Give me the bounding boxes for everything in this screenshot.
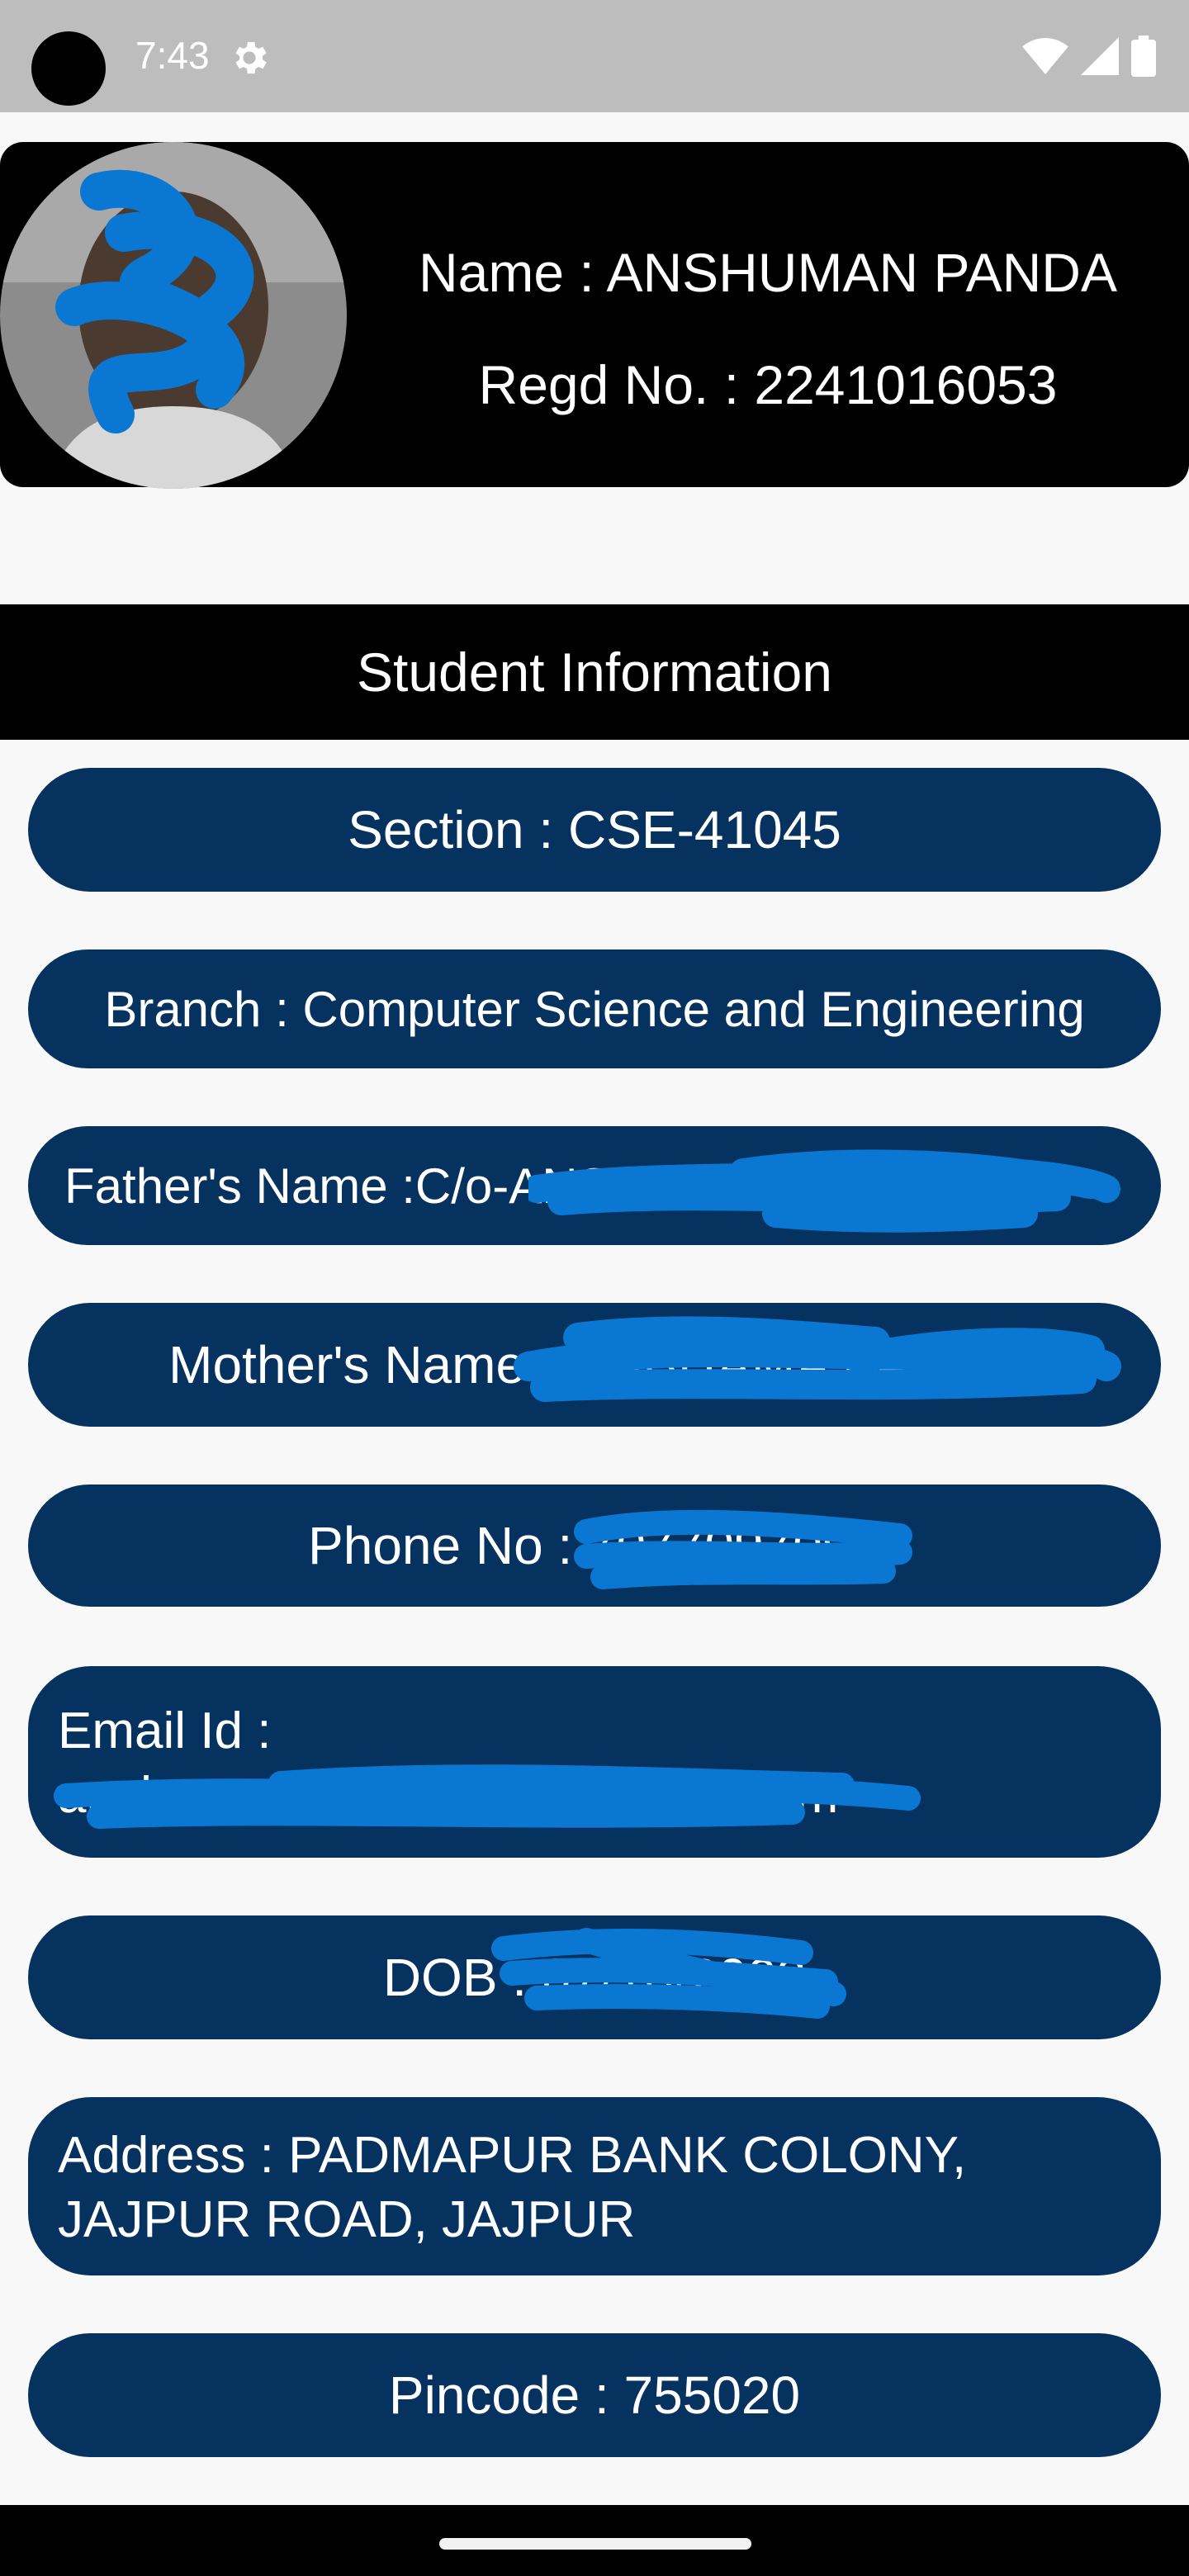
registration-number: Regd No. : 2241016053 bbox=[478, 354, 1058, 415]
battery-icon bbox=[1131, 36, 1156, 77]
dob-field: DOB : 07/10/2003 bbox=[28, 1915, 1161, 2039]
dob-text: DOB : 07/10/2003 bbox=[382, 1948, 807, 2007]
email-label: Email Id : bbox=[58, 1702, 272, 1759]
phone-field: Phone No : 7077097091 bbox=[28, 1485, 1161, 1607]
home-gesture-handle[interactable] bbox=[439, 2538, 751, 2550]
section-title: Student Information bbox=[0, 604, 1189, 740]
student-name: Name : ANSHUMAN PANDA bbox=[419, 242, 1117, 303]
email-field: Email Id : anshumanpanda7710@gmail.com bbox=[28, 1666, 1161, 1858]
section-field: Section : CSE-41045 bbox=[28, 768, 1161, 892]
section-text: Section : CSE-41045 bbox=[348, 800, 841, 859]
gear-icon bbox=[235, 41, 267, 74]
father-name-text: Father's Name :C/o-ANSHUMAN KR PANDA bbox=[64, 1158, 1056, 1214]
signal-icon bbox=[1081, 37, 1119, 75]
pincode-text: Pincode : 755020 bbox=[388, 2365, 801, 2425]
branch-text: Branch : Computer Science and Engineerin… bbox=[104, 981, 1085, 1037]
camera-cutout bbox=[31, 31, 106, 106]
status-time: 7:43 bbox=[135, 34, 210, 77]
branch-field: Branch : Computer Science and Engineerin… bbox=[28, 949, 1161, 1068]
address-text: Address : PADMAPUR BANK COLONY, JAJPUR R… bbox=[58, 2127, 967, 2248]
mother-name-field: Mother's Name : SUBHAMA PANDA bbox=[28, 1303, 1161, 1427]
address-field: Address : PADMAPUR BANK COLONY, JAJPUR R… bbox=[28, 2097, 1161, 2275]
mother-name-text: Mother's Name : SUBHAMA PANDA bbox=[168, 1335, 1021, 1395]
phone-text: Phone No : 7077097091 bbox=[308, 1516, 881, 1575]
pincode-field: Pincode : 755020 bbox=[28, 2333, 1161, 2457]
email-value: anshumanpanda7710@gmail.com bbox=[58, 1767, 839, 1824]
status-bar: 7:43 bbox=[0, 0, 1189, 112]
status-icons bbox=[1022, 33, 1156, 79]
wifi-icon bbox=[1022, 38, 1068, 74]
avatar bbox=[0, 142, 347, 489]
father-name-field: Father's Name :C/o-ANSHUMAN KR PANDA bbox=[28, 1126, 1161, 1245]
